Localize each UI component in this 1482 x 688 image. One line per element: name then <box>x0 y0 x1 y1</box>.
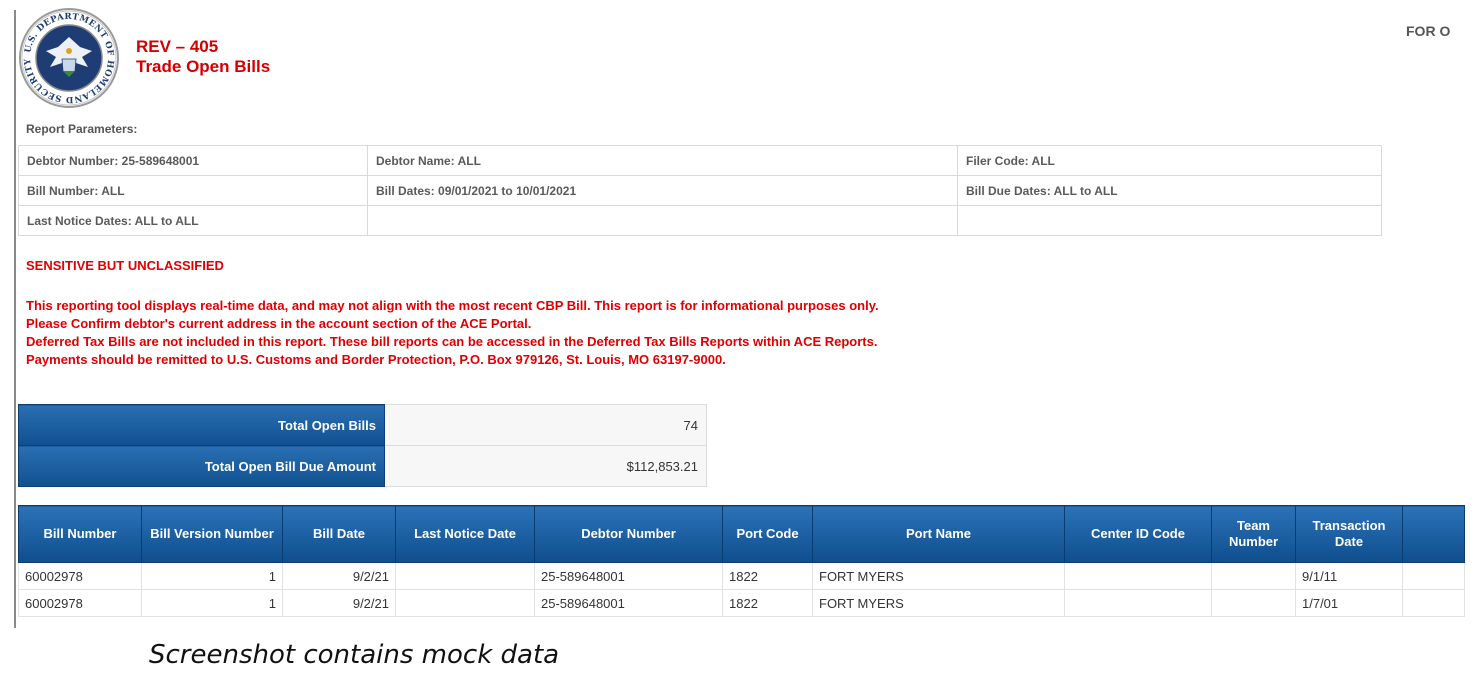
cell-bill-date: 9/2/21 <box>282 562 396 590</box>
param-debtor-name: Debtor Name: ALL <box>367 145 958 176</box>
report-title: Trade Open Bills <box>136 57 271 76</box>
report-parameters-table: Debtor Number: 25-589648001 Debtor Name:… <box>18 145 1382 236</box>
notice-block: This reporting tool displays real-time d… <box>26 297 879 369</box>
table-header-row: Bill Number Bill Version Number Bill Dat… <box>18 505 1465 563</box>
cell-debtor-number: 25-589648001 <box>534 562 723 590</box>
parameters-row: Last Notice Dates: ALL to ALL <box>18 205 1382 236</box>
column-header-transaction-date[interactable]: Transaction Date <box>1295 505 1403 563</box>
cell-port-code: 1822 <box>722 562 813 590</box>
param-filer-code: Filer Code: ALL <box>957 145 1382 176</box>
cell-debtor-number: 25-589648001 <box>534 589 723 617</box>
cell-center-id-code <box>1064 589 1212 617</box>
column-header-last-notice-date[interactable]: Last Notice Date <box>395 505 535 563</box>
param-last-notice-dates: Last Notice Dates: ALL to ALL <box>18 205 368 236</box>
cell-port-name: FORT MYERS <box>812 589 1065 617</box>
column-header-port-code[interactable]: Port Code <box>722 505 813 563</box>
open-bills-table: Bill Number Bill Version Number Bill Dat… <box>18 505 1465 617</box>
column-header-bill-version-number[interactable]: Bill Version Number <box>141 505 283 563</box>
column-header-team-number[interactable]: Team Number <box>1211 505 1296 563</box>
total-due-amount-label: Total Open Bill Due Amount <box>18 445 385 487</box>
cell-port-name: FORT MYERS <box>812 562 1065 590</box>
parameters-row: Bill Number: ALL Bill Dates: 09/01/2021 … <box>18 175 1382 206</box>
column-header-port-name[interactable]: Port Name <box>812 505 1065 563</box>
cell-bill-number: 60002978 <box>18 589 142 617</box>
sensitivity-banner: SENSITIVE BUT UNCLASSIFIED <box>26 258 224 273</box>
column-header-center-id-code[interactable]: Center ID Code <box>1064 505 1212 563</box>
param-empty-cell <box>957 205 1382 236</box>
column-header-truncated <box>1402 505 1465 563</box>
notice-line: This reporting tool displays real-time d… <box>26 298 879 313</box>
cell-bill-version-number: 1 <box>141 562 283 590</box>
cell-transaction-date: 9/1/11 <box>1295 562 1403 590</box>
totals-row: Total Open Bills 74 <box>18 404 707 446</box>
left-border-rule <box>14 10 16 628</box>
cell-team-number <box>1211 589 1296 617</box>
cell-bill-number: 60002978 <box>18 562 142 590</box>
column-header-bill-number[interactable]: Bill Number <box>18 505 142 563</box>
table-row: 60002978 1 9/2/21 25-589648001 1822 FORT… <box>18 562 1465 590</box>
cell-center-id-code <box>1064 562 1212 590</box>
column-header-debtor-number[interactable]: Debtor Number <box>534 505 723 563</box>
notice-line: Deferred Tax Bills are not included in t… <box>26 334 878 349</box>
dhs-seal-logo: U.S. DEPARTMENT OF HOMELAND SECURITY <box>19 8 119 108</box>
cell-bill-version-number: 1 <box>141 589 283 617</box>
total-open-bills-label: Total Open Bills <box>18 404 385 446</box>
cell-truncated <box>1402 562 1465 590</box>
notice-line: Payments should be remitted to U.S. Cust… <box>26 352 726 367</box>
param-bill-dates: Bill Dates: 09/01/2021 to 10/01/2021 <box>367 175 958 206</box>
report-code: REV – 405 <box>136 37 219 56</box>
param-bill-number: Bill Number: ALL <box>18 175 368 206</box>
param-debtor-number: Debtor Number: 25-589648001 <box>18 145 368 176</box>
mock-data-caption: Screenshot contains mock data <box>149 640 560 670</box>
cell-team-number <box>1211 562 1296 590</box>
table-row: 60002978 1 9/2/21 25-589648001 1822 FORT… <box>18 589 1465 617</box>
cell-transaction-date: 1/7/01 <box>1295 589 1403 617</box>
report-parameters-label: Report Parameters: <box>26 122 138 136</box>
parameters-row: Debtor Number: 25-589648001 Debtor Name:… <box>18 145 1382 176</box>
notice-line: Please Confirm debtor's current address … <box>26 316 532 331</box>
param-bill-due-dates: Bill Due Dates: ALL to ALL <box>957 175 1382 206</box>
cell-truncated <box>1402 589 1465 617</box>
total-open-bills-value: 74 <box>384 404 707 446</box>
cell-port-code: 1822 <box>722 589 813 617</box>
classification-corner-label: FOR O <box>1406 23 1451 39</box>
totals-row: Total Open Bill Due Amount $112,853.21 <box>18 445 707 487</box>
total-due-amount-value: $112,853.21 <box>384 445 707 487</box>
cell-bill-date: 9/2/21 <box>282 589 396 617</box>
totals-summary-table: Total Open Bills 74 Total Open Bill Due … <box>18 404 707 487</box>
column-header-bill-date[interactable]: Bill Date <box>282 505 396 563</box>
cell-last-notice-date <box>395 589 535 617</box>
param-empty-cell <box>367 205 958 236</box>
cell-last-notice-date <box>395 562 535 590</box>
